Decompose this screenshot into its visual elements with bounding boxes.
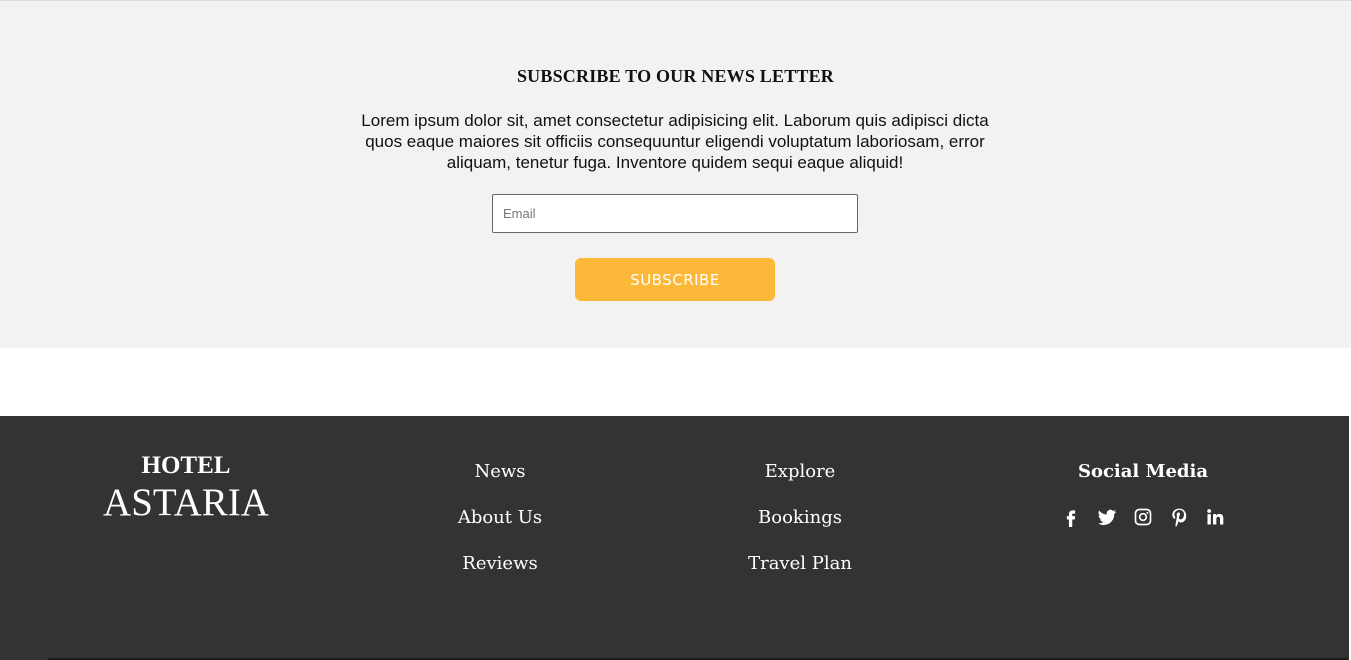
footer-logo[interactable]: HOTEL ASTARIA: [86, 452, 286, 526]
newsletter-description: Lorem ipsum dolor sit, amet consectetur …: [361, 111, 989, 172]
linkedin-icon[interactable]: [1204, 506, 1226, 528]
footer-link-about-us[interactable]: About Us: [390, 506, 610, 530]
footer-link-explore[interactable]: Explore: [690, 460, 910, 484]
footer: HOTEL ASTARIA News About Us Reviews Expl…: [0, 416, 1351, 660]
footer-link-bookings[interactable]: Bookings: [690, 506, 910, 530]
instagram-icon[interactable]: [1132, 506, 1154, 528]
footer-links-column-1: News About Us Reviews: [390, 460, 610, 598]
pinterest-icon[interactable]: [1168, 506, 1190, 528]
subscribe-button[interactable]: SUBSCRIBE: [575, 258, 775, 301]
footer-link-news[interactable]: News: [390, 460, 610, 484]
footer-link-reviews[interactable]: Reviews: [390, 552, 610, 576]
newsletter-section: SUBSCRIBE TO OUR NEWS LETTER Lorem ipsum…: [0, 0, 1351, 348]
social-media-section: Social Media: [1033, 460, 1253, 528]
newsletter-title: SUBSCRIBE TO OUR NEWS LETTER: [516, 66, 835, 86]
logo-main-text: ASTARIA: [103, 481, 269, 524]
email-input[interactable]: [492, 194, 858, 233]
social-icons-row: [1033, 506, 1253, 528]
footer-link-travel-plan[interactable]: Travel Plan: [690, 552, 910, 576]
logo-top-text: HOTEL: [141, 452, 231, 479]
footer-links-column-2: Explore Bookings Travel Plan: [690, 460, 910, 598]
twitter-icon[interactable]: [1096, 506, 1118, 528]
facebook-icon[interactable]: [1060, 506, 1082, 528]
social-media-title: Social Media: [1077, 461, 1209, 482]
